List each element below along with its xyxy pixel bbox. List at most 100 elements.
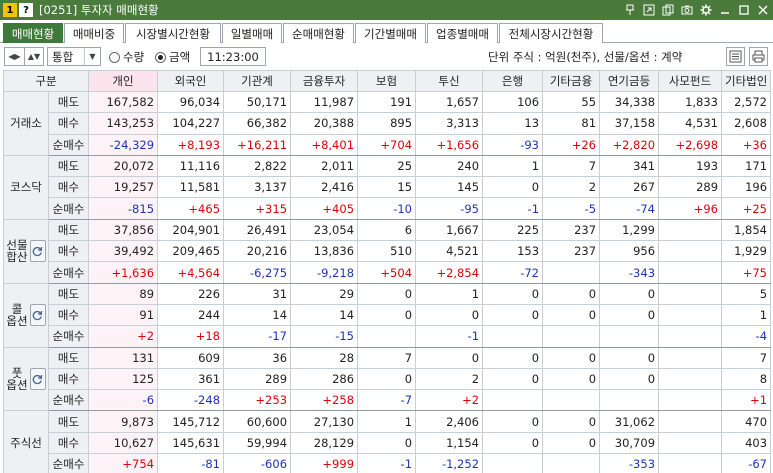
tab-market-time-status[interactable]: 시장별시간현황 <box>125 23 221 43</box>
col-header-institution[interactable]: 기관계 <box>223 70 292 92</box>
row-type-label: 순매수 <box>47 325 90 348</box>
value-cell: 0 <box>542 303 601 327</box>
tab-all-market-time[interactable]: 전체시장시간현황 <box>499 23 603 43</box>
value-cell: 289 <box>223 367 292 391</box>
list-view-icon[interactable] <box>726 47 745 66</box>
group-label-cell[interactable]: 풋 옵션 <box>3 346 49 412</box>
tab-daily-trading[interactable]: 일별매매 <box>222 23 282 43</box>
tab-sector-trading[interactable]: 업종별매매 <box>427 23 498 43</box>
col-header-individual[interactable]: 개인 <box>88 70 159 92</box>
value-cell: 153 <box>482 240 544 263</box>
col-header-investment-trust[interactable]: 투신 <box>415 70 484 92</box>
table-row[interactable]: 순매수 -24,329 +8,193 +16,211 +8,401 +704 +1,656-… <box>4 133 772 156</box>
radio-amount[interactable]: 금액 <box>155 49 190 65</box>
table-row[interactable]: 순매수 +2 +18 -17 -15 -1 -4 <box>4 325 772 348</box>
time-input[interactable]: 11:23:00 <box>200 47 266 66</box>
close-icon[interactable] <box>755 2 771 18</box>
value-cell: 1,154 <box>415 431 484 455</box>
dropdown-icon[interactable]: ▼ <box>84 48 100 65</box>
table-row[interactable]: 선물 합산 매도 37,856 204,901 26,491 23,054 6 1,667 22… <box>3 218 772 284</box>
print-icon[interactable] <box>749 47 768 66</box>
col-header-other-finance[interactable]: 기타금융 <box>542 70 601 92</box>
value-cell <box>658 303 723 327</box>
col-header-private-fund[interactable]: 사모펀드 <box>658 70 723 92</box>
market-select[interactable]: 통합 ▼ <box>47 47 101 66</box>
refresh-icon[interactable] <box>29 240 46 263</box>
value-cell: 27,130 <box>290 410 359 433</box>
tab-period-trading[interactable]: 기간별매매 <box>355 23 426 43</box>
value-cell: +465 <box>157 197 225 220</box>
value-cell: 1 <box>721 303 772 327</box>
radio-quantity-circle[interactable] <box>109 51 120 63</box>
row-type-label: 매도 <box>47 346 90 369</box>
table-row[interactable]: 코스닥 매도 20,072 11,116 2,822 2,011 25 240 1 7 341 193… <box>3 154 772 220</box>
table-row[interactable]: 매수 91 244 14 14 0 0 0 0 0 1 <box>4 303 772 327</box>
value-cell <box>542 453 601 473</box>
value-cell: 0 <box>542 410 601 433</box>
table-row[interactable]: 콜 옵션 매도 89 226 31 29 0 1 0 0 0 5 <box>3 282 772 348</box>
table-row[interactable]: 순매수 +1,636 +4,564 -6,275 -9,218 +504 +2,854 -72… <box>4 261 772 284</box>
value-cell: 37,158 <box>599 112 660 135</box>
table-row[interactable]: 매수 125 361 289 286 0 2 0 0 0 8 <box>4 367 772 391</box>
value-cell: 6 <box>357 218 417 242</box>
value-cell <box>658 389 723 412</box>
group-label-cell[interactable]: 선물 합산 <box>3 218 49 284</box>
value-cell: -343 <box>599 261 660 284</box>
col-header-pension[interactable]: 연기금등 <box>599 70 660 92</box>
minimize-icon[interactable] <box>717 2 733 18</box>
table-row[interactable]: 매수 143,253 104,227 66,382 20,388 895 3,313 13 81… <box>4 112 772 135</box>
table-row[interactable]: 순매수 +754 -81 -606 +999 -1 -1,252 -353 -67 <box>4 453 772 473</box>
col-header-bank[interactable]: 은행 <box>482 70 544 92</box>
value-cell: 31 <box>223 282 292 305</box>
maximize-icon[interactable] <box>736 2 752 18</box>
value-cell: 510 <box>357 240 417 263</box>
value-cell: +2,698 <box>658 133 723 156</box>
tab-trading-ratio[interactable]: 매매비중 <box>64 23 124 43</box>
value-cell: 34,338 <box>599 90 660 114</box>
value-cell: 2 <box>415 367 484 391</box>
value-cell: -10 <box>357 197 417 220</box>
value-cell: 244 <box>157 303 225 327</box>
prev-arrow-icon[interactable]: ◀▶ <box>5 48 24 65</box>
col-header-foreign[interactable]: 외국인 <box>157 70 225 92</box>
table-row[interactable]: 매수 10,627 145,631 59,994 28,129 0 1,154 0 0 30,70… <box>4 431 772 455</box>
group-label-cell[interactable]: 콜 옵션 <box>3 282 49 348</box>
value-cell: +2,820 <box>599 133 660 156</box>
value-cell: 131 <box>88 346 159 369</box>
radio-quantity[interactable]: 수량 <box>109 49 144 65</box>
value-cell: 237 <box>542 240 601 263</box>
value-cell: 89 <box>88 282 159 305</box>
tab-net-trading[interactable]: 순매매현황 <box>283 23 354 43</box>
col-header-insurance[interactable]: 보험 <box>357 70 417 92</box>
value-cell: 29 <box>290 282 359 305</box>
refresh-icon[interactable] <box>29 304 46 327</box>
col-header-other-corp[interactable]: 기타법인 <box>721 70 772 92</box>
value-cell: 1,833 <box>658 90 723 114</box>
table-row[interactable]: 순매수 -815 +465 +315 +405 -10 -95 -1 -5 -74 +96 +25 <box>4 197 772 220</box>
table-row[interactable]: 매수 19,257 11,581 3,137 2,416 15 145 0 2 267 289 196 <box>4 176 772 199</box>
table-row[interactable]: 순매수 -6 -248 +253 +258 -7 +2 +1 <box>4 389 772 412</box>
table-row[interactable]: 거래소 매도 167,582 96,034 50,171 11,987 191 1,657 10… <box>3 90 772 156</box>
copy-icon[interactable] <box>660 2 676 18</box>
value-cell <box>482 389 544 412</box>
value-cell: 0 <box>599 282 660 305</box>
value-cell: 19,257 <box>88 176 159 199</box>
gear-icon[interactable] <box>698 2 714 18</box>
radio-amount-circle[interactable] <box>155 51 166 63</box>
row-type-label: 매수 <box>47 240 90 263</box>
link-icon[interactable] <box>641 2 657 18</box>
value-cell: 226 <box>157 282 225 305</box>
table-row[interactable]: 주식선 매도 9,873 145,712 60,600 27,130 1 2,406 0 0 31,… <box>3 410 772 473</box>
value-cell <box>658 240 723 263</box>
camera-icon[interactable] <box>679 2 695 18</box>
table-row[interactable]: 매수 39,492 209,465 20,216 13,836 510 4,521 153 23… <box>4 240 772 263</box>
group-name: 선물 합산 <box>6 238 28 265</box>
window-number-badge[interactable]: 1 <box>3 3 17 17</box>
help-icon[interactable]: ? <box>19 3 33 17</box>
next-arrow-icon[interactable]: ▲▼ <box>24 48 43 65</box>
col-header-financial-investment[interactable]: 금융투자 <box>290 70 359 92</box>
refresh-icon[interactable] <box>29 368 46 390</box>
tab-trading-status[interactable]: 매매현황 <box>3 23 63 43</box>
pin-icon[interactable] <box>622 2 638 18</box>
table-row[interactable]: 풋 옵션 매도 131 609 36 28 7 0 0 0 0 7 <box>3 346 772 412</box>
